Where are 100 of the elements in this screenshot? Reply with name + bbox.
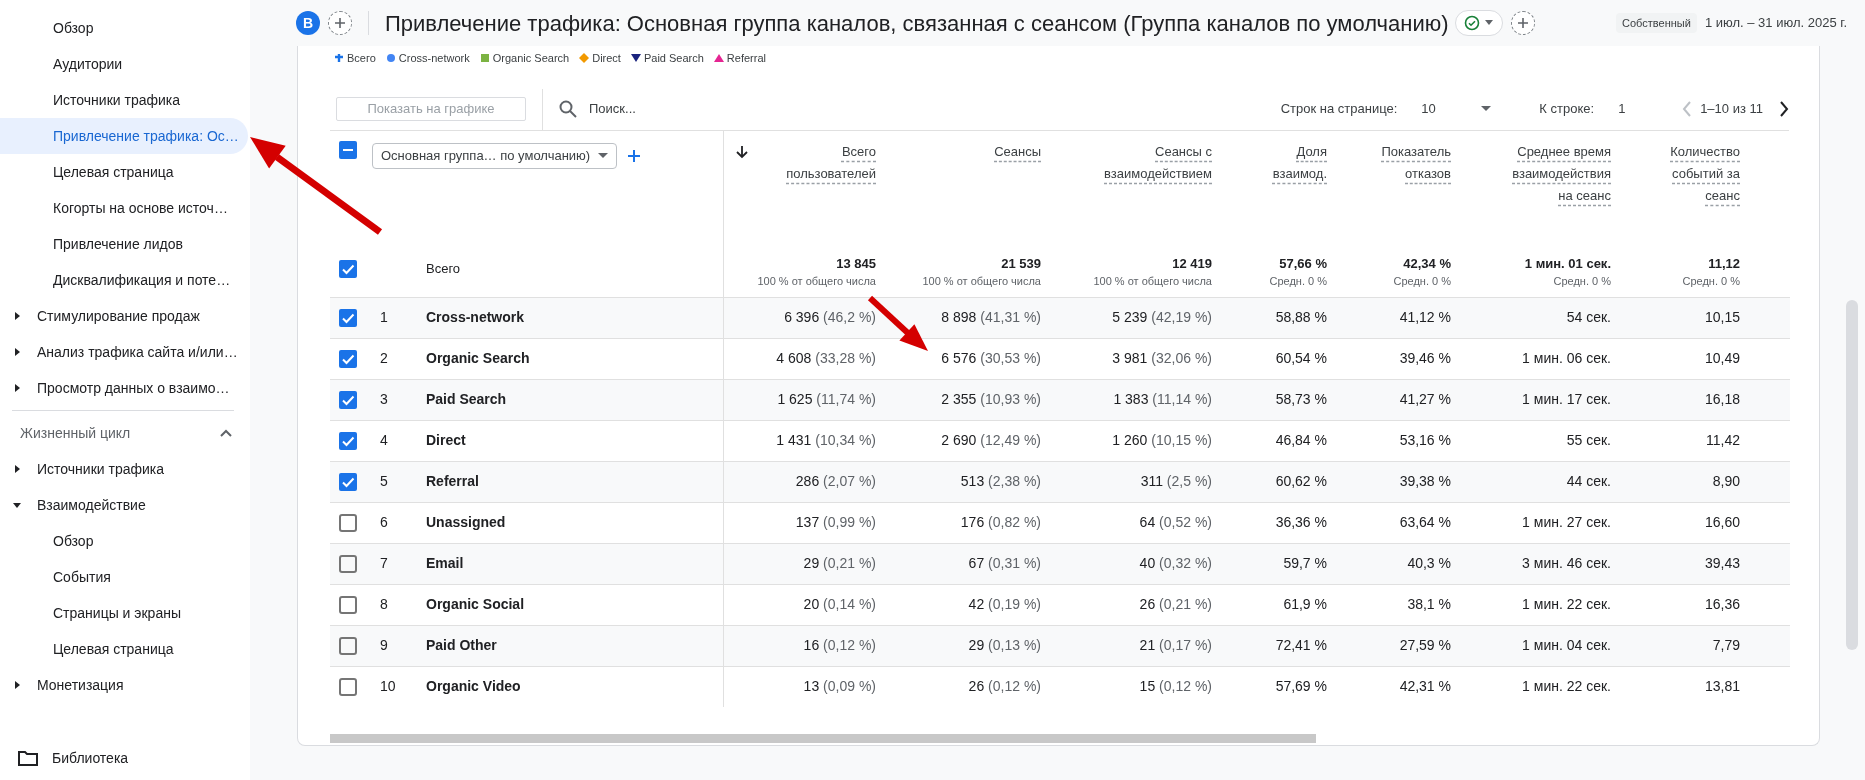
sidebar-item[interactable]: События (0, 559, 248, 595)
row-checkbox[interactable] (339, 636, 357, 655)
table-row[interactable]: 2 Organic Search 4 608 (33,28 %) 6 576 (30,53 %) 3 981 (32,06 %) 60,54 % 39,46 % 1 мин. 06 сек. 10,49 (330, 337, 1790, 379)
sidebar-item[interactable]: Целевая страница (0, 631, 248, 667)
sidebar-item[interactable]: Аудитории (0, 46, 248, 82)
table-cell-text: 10,49 (1704, 349, 1740, 368)
search-field[interactable]: Поиск... (587, 98, 887, 120)
table-cell-text: 38,1 % (1407, 595, 1451, 614)
table-cell-text: 8 898 (41,31 %) (941, 308, 1041, 327)
sidebar-group[interactable]: Монетизация (37, 674, 124, 696)
table-cell-text: 1 мин. 04 сек. (1522, 636, 1611, 655)
add-icon[interactable] (1510, 11, 1535, 35)
table-row[interactable]: 10 Organic Video 13 (0,09 %) 26 (0,12 %) 15 (0,12 %) 57,69 % 42,31 % 1 мин. 22 сек. 13,81 (330, 665, 1790, 707)
collapsed-triangle-icon[interactable] (12, 311, 22, 321)
table-row[interactable]: 3 Paid Search 1 625 (11,74 %) 2 355 (10,93 %) 1 383 (11,14 %) 58,73 % 41,27 % 1 мин. 17 сек. 16,18 (330, 378, 1790, 420)
table-cell-text: 54 сек. (1566, 308, 1611, 327)
sidebar-item[interactable]: Привлечение лидов (0, 226, 248, 262)
horizontal-scrollbar[interactable] (330, 734, 1316, 743)
row-checkbox[interactable] (339, 431, 357, 450)
date-range[interactable]: 1 июл. – 31 июл. 2025 г. (1704, 13, 1847, 33)
row-checkbox[interactable] (339, 677, 357, 696)
table-row[interactable]: 6 Unassigned 137 (0,99 %) 176 (0,82 %) 64 (0,52 %) 36,36 % 63,64 % 1 мин. 27 сек. 16,60 (330, 501, 1790, 543)
rows-per-page-dropdown[interactable]: 10 (1421, 99, 1492, 119)
table-cell-text: 137 (0,99 %) (795, 513, 876, 532)
page-range: 1–10 из 11 (1700, 100, 1763, 119)
row-number: 8 (379, 595, 388, 614)
status-dropdown[interactable] (1454, 10, 1503, 36)
row-number: 3 (379, 390, 388, 409)
table-cell-text: 1 мин. 22 сек. (1522, 677, 1611, 696)
column-header[interactable]: Показатель отказов (1371, 140, 1451, 185)
select-all-checkbox[interactable] (339, 140, 357, 159)
sidebar-group[interactable]: Взаимодействие (37, 494, 146, 516)
dimension-dropdown[interactable]: Основная группа… по умолчанию) (372, 142, 618, 169)
sidebar-item[interactable]: Обзор (0, 523, 248, 559)
sidebar-item[interactable]: Дисквалификация и поте… (0, 262, 248, 298)
table-cell-text: 11,42 (1706, 431, 1740, 450)
total-note: Средн. 0 % (1393, 273, 1451, 289)
channel-name: Paid Other (425, 636, 497, 655)
column-header[interactable]: Доля взаимод. (1267, 140, 1327, 185)
table-cell-text: 7,79 (1712, 636, 1740, 655)
row-checkbox[interactable] (339, 554, 357, 573)
collapsed-triangle-icon[interactable] (12, 383, 22, 393)
row-checkbox[interactable] (339, 513, 357, 532)
table-cell-text: 6 396 (46,2 %) (784, 308, 876, 327)
sidebar-group[interactable]: Просмотр данных о взаимо… (37, 377, 230, 399)
row-checkbox[interactable] (339, 259, 357, 278)
table-cell-text: 176 (0,82 %) (960, 513, 1041, 532)
sidebar-item[interactable]: Привлечение трафика: Ос… (0, 118, 248, 154)
table-row[interactable]: 5 Referral 286 (2,07 %) 513 (2,38 %) 311 (2,5 %) 60,62 % 39,38 % 44 сек. 8,90 (330, 460, 1790, 502)
sidebar-group[interactable]: Источники трафика (37, 458, 165, 480)
row-checkbox[interactable] (339, 390, 357, 409)
row-checkbox[interactable] (339, 595, 357, 614)
column-header[interactable]: Всего пользователей (766, 140, 876, 185)
expanded-triangle-icon[interactable] (12, 500, 22, 510)
row-number: 10 (379, 677, 396, 696)
table-cell-text: 29 (0,13 %) (968, 636, 1041, 655)
sidebar-item[interactable]: Обзор (0, 10, 248, 46)
library-link[interactable]: Библиотека (52, 747, 129, 769)
table-cell-text: 42 (0,19 %) (968, 595, 1041, 614)
go-to-row-field[interactable]: 1 (1618, 99, 1659, 119)
add-icon[interactable] (627, 148, 642, 163)
vertical-scrollbar[interactable] (1846, 300, 1858, 650)
row-checkbox[interactable] (339, 349, 357, 368)
table-row[interactable]: 8 Organic Social 20 (0,14 %) 42 (0,19 %) 26 (0,21 %) 61,9 % 38,1 % 1 мин. 22 сек. 16,36 (330, 583, 1790, 625)
table-row[interactable]: 7 Email 29 (0,21 %) 67 (0,31 %) 40 (0,32 %) 59,7 % 40,3 % 3 мин. 46 сек. 39,43 (330, 542, 1790, 584)
table-row[interactable]: 9 Paid Other 16 (0,12 %) 29 (0,13 %) 21 (0,17 %) 72,41 % 27,59 % 1 мин. 04 сек. 7,79 (330, 624, 1790, 666)
sidebar-group[interactable]: Анализ трафика сайта и/или… (37, 341, 238, 363)
table-cell-text: 57,69 % (1275, 677, 1327, 696)
legend-label: Cross-network (398, 51, 470, 66)
column-header[interactable]: Сеансы (994, 140, 1041, 163)
collapsed-triangle-icon[interactable] (12, 680, 22, 690)
account-avatar[interactable]: B (296, 11, 320, 35)
total-value: 13 845 (836, 254, 876, 273)
column-header[interactable]: Сеансы с взаимодействием (1102, 140, 1212, 185)
table-cell-text: 63,64 % (1399, 513, 1451, 532)
table-cell-text: 286 (2,07 %) (795, 472, 876, 491)
sort-down-icon[interactable] (736, 144, 748, 159)
sidebar-item[interactable]: Источники трафика (0, 82, 248, 118)
table-cell-text: 15 (0,12 %) (1139, 677, 1212, 696)
sidebar-item[interactable]: Целевая страница (0, 154, 248, 190)
sidebar-group[interactable]: Стимулирование продаж (37, 305, 200, 327)
chevron-up-icon[interactable] (220, 429, 232, 437)
section-heading[interactable]: Жизненный цикл (20, 422, 131, 444)
column-header[interactable]: Среднее время взаимодействия на сеанс (1501, 140, 1611, 207)
add-icon[interactable] (328, 11, 352, 35)
table-cell-text: 2 690 (12,49 %) (941, 431, 1041, 450)
row-checkbox[interactable] (339, 308, 357, 327)
table-row[interactable]: 4 Direct 1 431 (10,34 %) 2 690 (12,49 %) 1 260 (10,15 %) 46,84 % 53,16 % 55 сек. 11,42 (330, 419, 1790, 461)
row-checkbox[interactable] (339, 472, 357, 491)
next-page-icon[interactable] (1779, 101, 1789, 117)
sidebar-item[interactable]: Когорты на основе источ… (0, 190, 248, 226)
collapsed-triangle-icon[interactable] (12, 347, 22, 357)
collapsed-triangle-icon[interactable] (12, 464, 22, 474)
channel-name: Organic Search (425, 349, 530, 368)
table-cell-text: 40,3 % (1407, 554, 1451, 573)
table-row[interactable]: 1 Cross-network 6 396 (46,2 %) 8 898 (41,31 %) 5 239 (42,19 %) 58,88 % 41,12 % 54 сек. 10,15 (330, 296, 1790, 338)
column-header[interactable]: Количество событий за сеанс (1660, 140, 1740, 207)
table-cell-text: 20 (0,14 %) (803, 595, 876, 614)
legend-label: Referral (726, 51, 766, 66)
sidebar-item[interactable]: Страницы и экраны (0, 595, 248, 631)
